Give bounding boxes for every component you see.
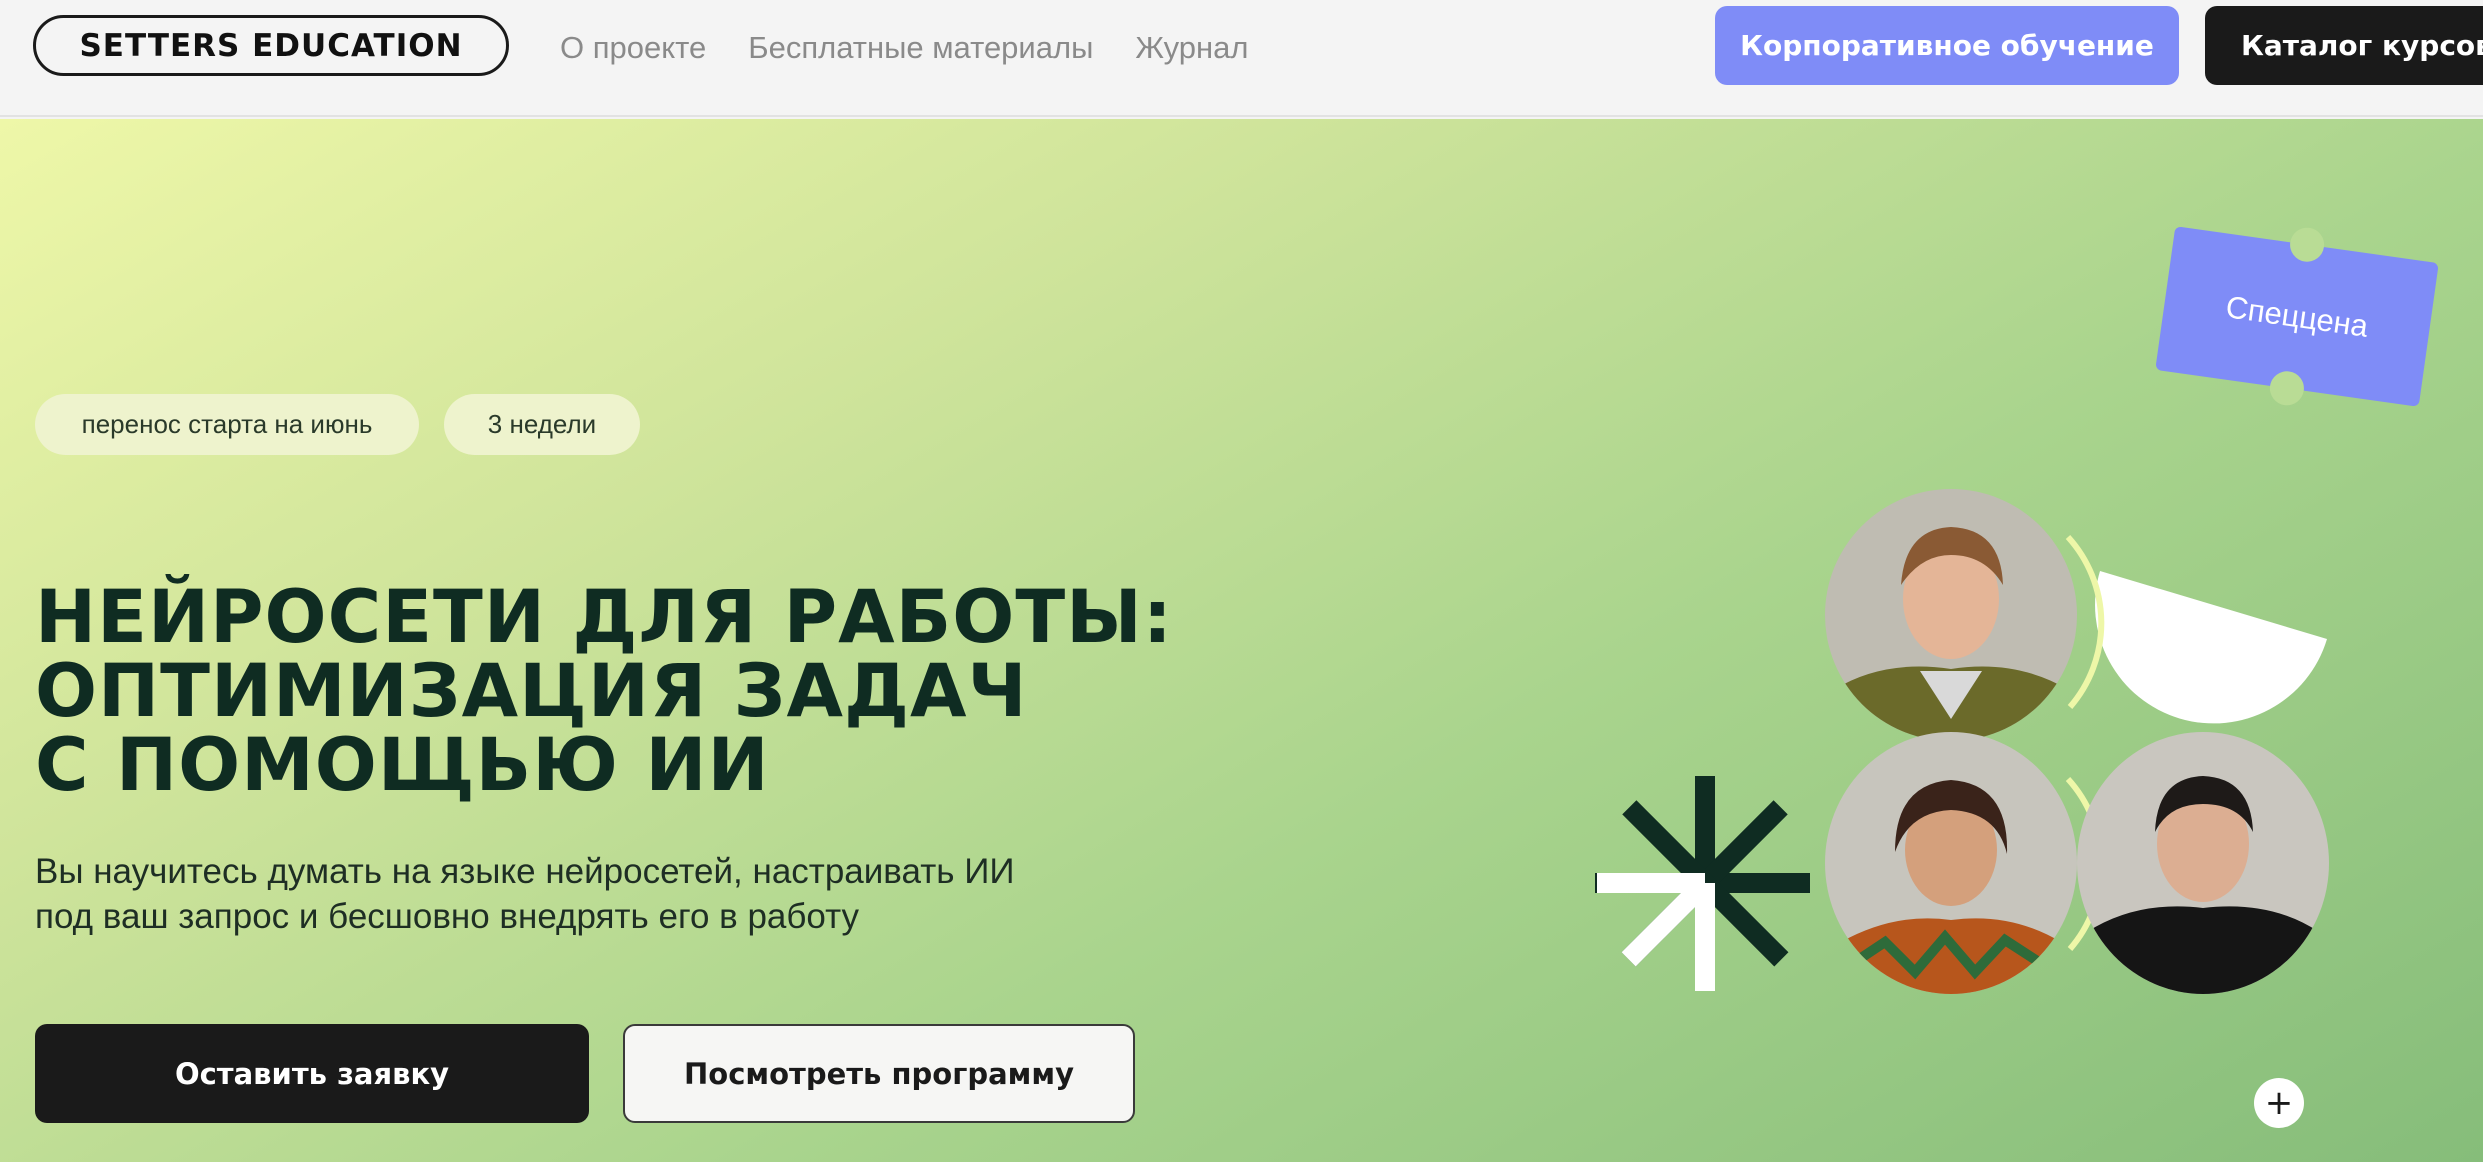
title-line-1: НЕЙРОСЕТИ ДЛЯ РАБОТЫ: bbox=[35, 575, 1173, 660]
nav-item-free-materials[interactable]: Бесплатные материалы bbox=[748, 30, 1093, 66]
start-date-chip: перенос старта на июнь bbox=[35, 394, 419, 455]
person-icon bbox=[2077, 732, 2329, 994]
logo[interactable]: SETTERS EDUCATION bbox=[33, 15, 509, 76]
hero-illustration: + bbox=[1590, 489, 2350, 1139]
apply-button[interactable]: Оставить заявку bbox=[35, 1024, 589, 1123]
subtitle-line-2: под ваш запрос и бесшовно внедрять его в… bbox=[35, 897, 860, 936]
avatar-expert-2 bbox=[1825, 732, 2077, 994]
asterisk-arrow-icon bbox=[1595, 776, 1810, 991]
person-icon bbox=[1825, 489, 2077, 741]
special-price-label: Спеццена bbox=[2223, 288, 2371, 344]
course-catalog-button[interactable]: Каталог курсов bbox=[2205, 6, 2483, 85]
page-title: НЕЙРОСЕТИ ДЛЯ РАБОТЫ: ОПТИМИЗАЦИЯ ЗАДАЧ … bbox=[35, 581, 1335, 803]
avatar-expert-1 bbox=[1825, 489, 2077, 741]
corporate-training-button[interactable]: Корпоративное обучение bbox=[1715, 6, 2179, 85]
plus-icon: + bbox=[2264, 1083, 2294, 1123]
duration-chip: 3 недели bbox=[444, 394, 640, 455]
title-line-3: С ПОМОЩЬЮ ИИ bbox=[35, 723, 770, 808]
subtitle-line-1: Вы научитесь думать на языке нейросетей,… bbox=[35, 852, 1015, 891]
avatar-expert-3 bbox=[2077, 732, 2329, 994]
ticket-notch-bottom bbox=[2267, 369, 2307, 408]
title-line-2: ОПТИМИЗАЦИЯ ЗАДАЧ bbox=[35, 649, 1028, 734]
main-nav: О проекте Бесплатные материалы Журнал bbox=[560, 0, 1248, 96]
hero-subtitle: Вы научитесь думать на языке нейросетей,… bbox=[35, 849, 1135, 939]
half-circle-shape bbox=[2095, 571, 2327, 724]
special-price-badge: Спеццена bbox=[2155, 225, 2439, 408]
view-program-button[interactable]: Посмотреть программу bbox=[623, 1024, 1135, 1123]
nav-item-about[interactable]: О проекте bbox=[560, 30, 706, 66]
nav-item-journal[interactable]: Журнал bbox=[1135, 30, 1248, 66]
hero-section: перенос старта на июнь 3 недели НЕЙРОСЕТ… bbox=[0, 119, 2483, 1162]
site-header: SETTERS EDUCATION О проекте Бесплатные м… bbox=[0, 0, 2483, 117]
plus-button[interactable]: + bbox=[2254, 1078, 2304, 1128]
ticket-notch-top bbox=[2287, 225, 2327, 264]
person-icon bbox=[1825, 732, 2077, 994]
